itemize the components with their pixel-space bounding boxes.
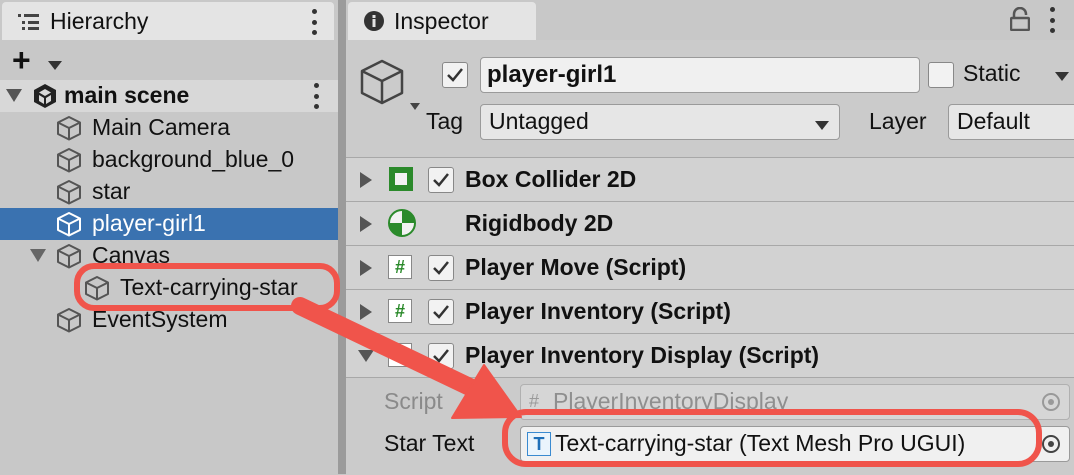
annotation-arrow-icon: [291, 297, 522, 419]
